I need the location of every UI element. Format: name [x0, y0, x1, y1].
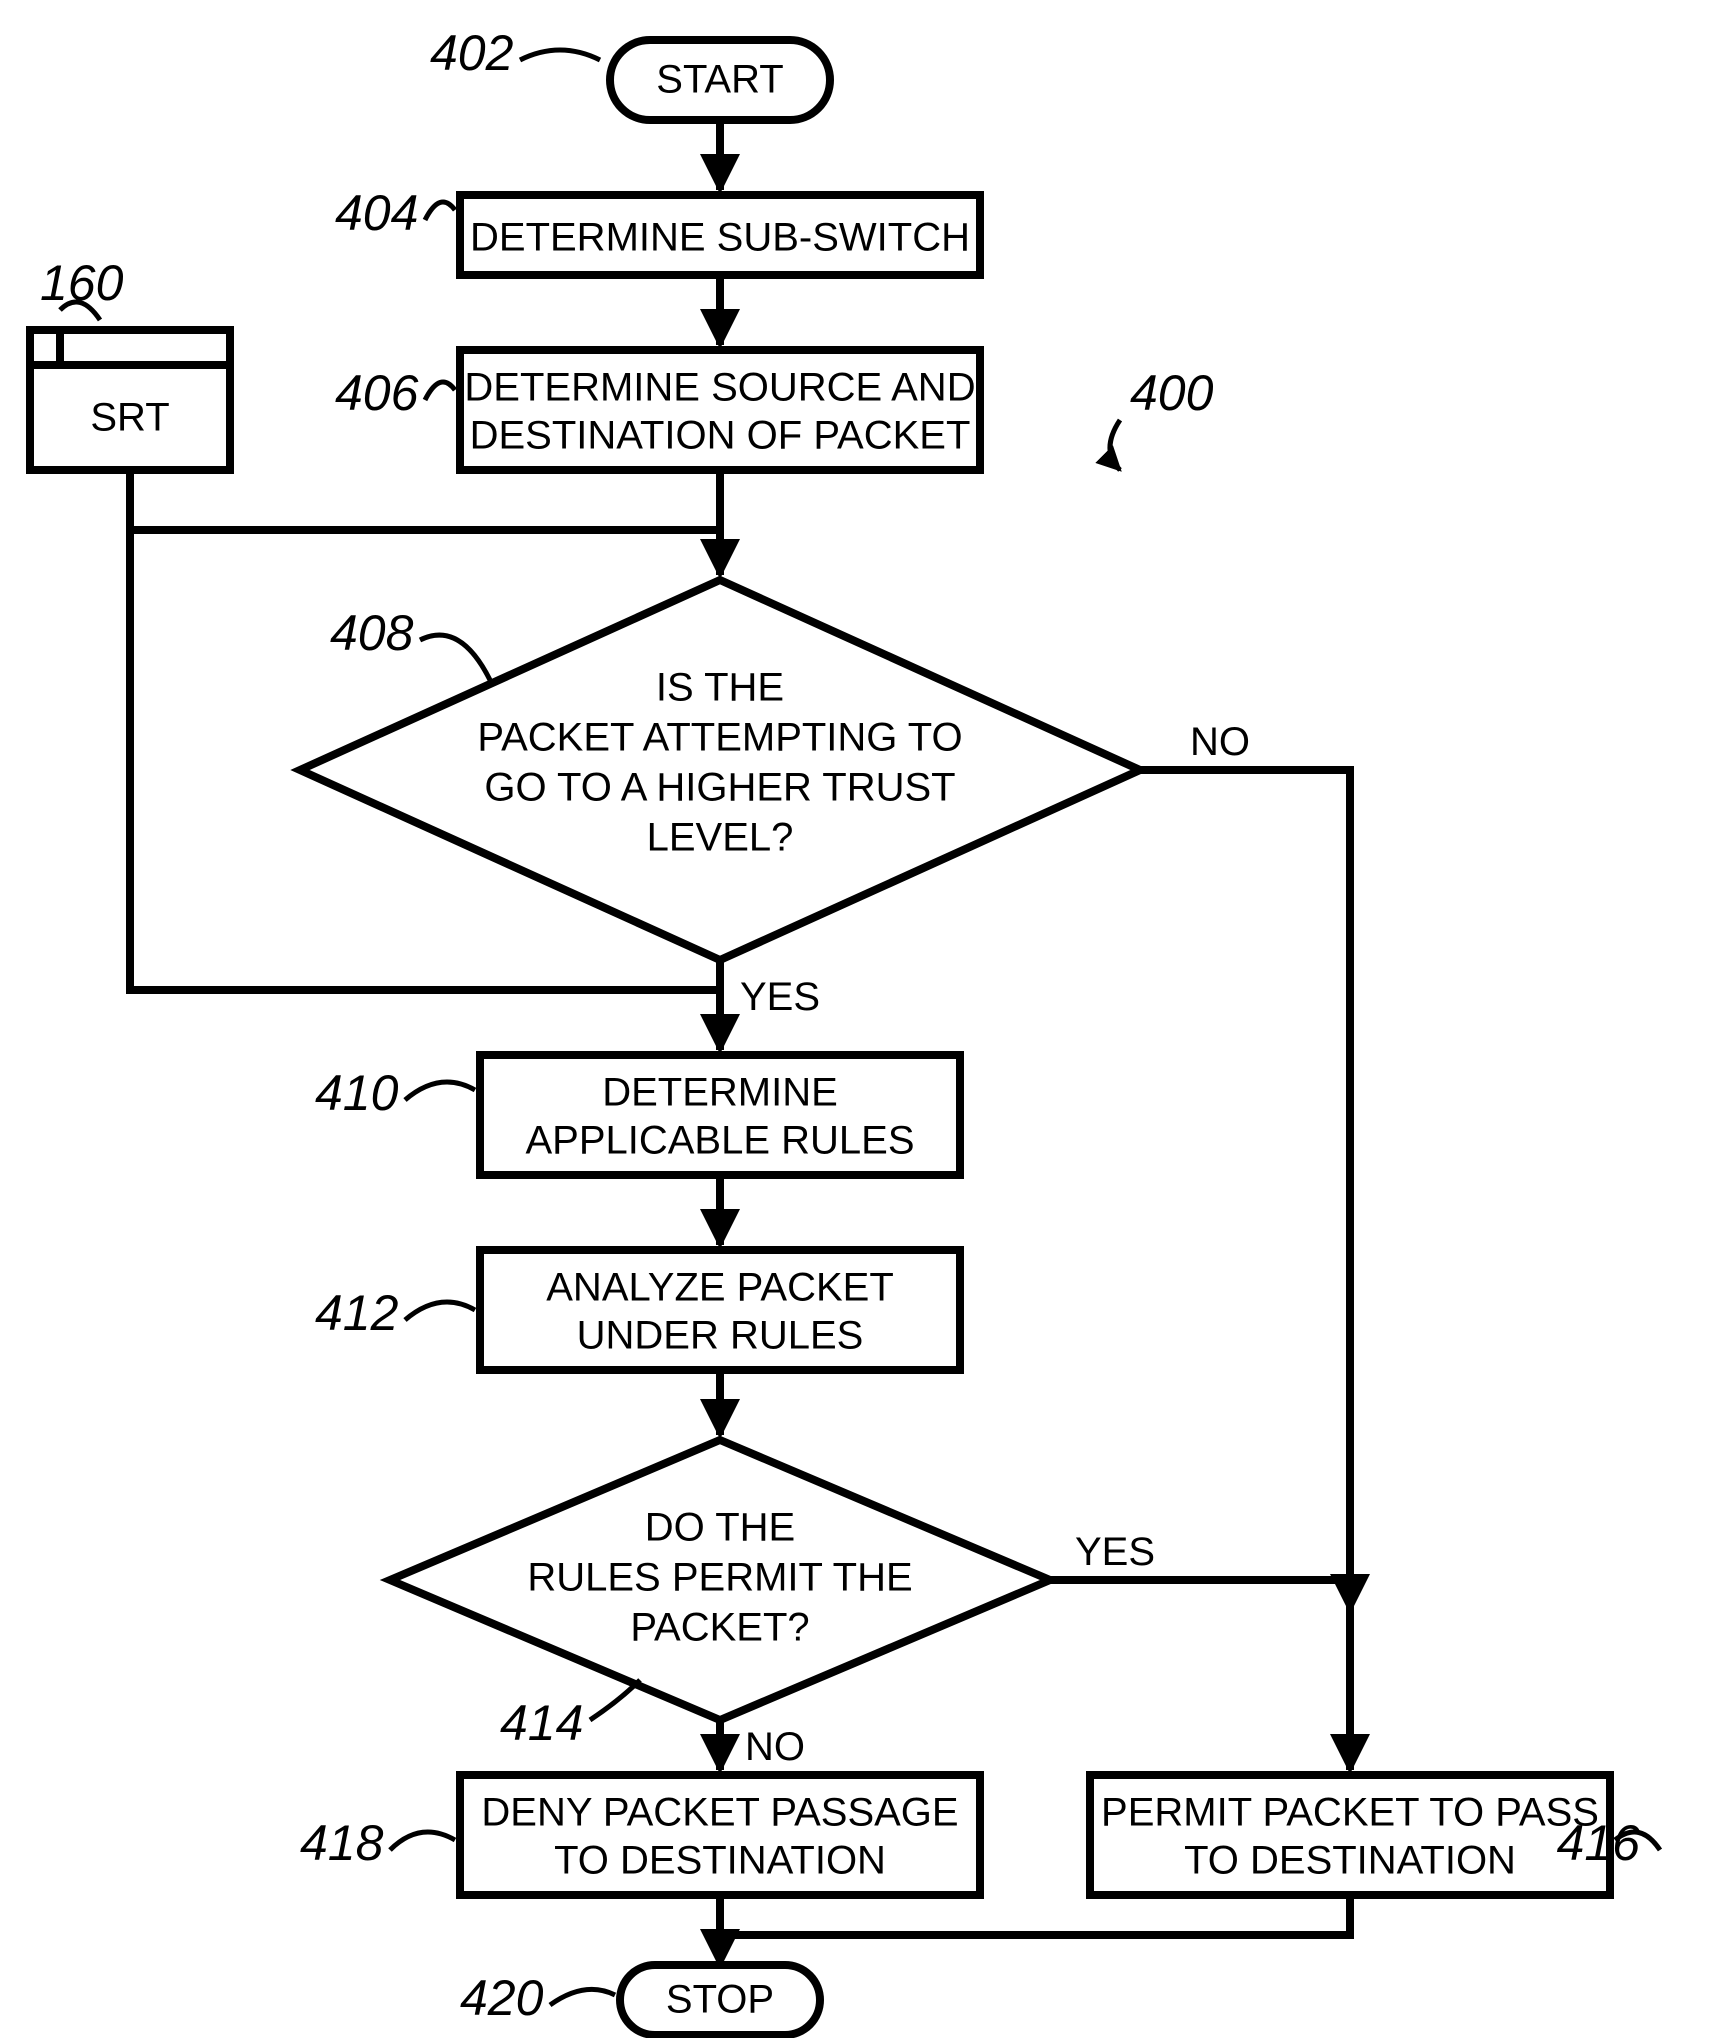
ref-418: 418	[300, 1815, 384, 1871]
ref-412: 412	[315, 1285, 399, 1341]
ref-420: 420	[460, 1970, 544, 2026]
ref-414: 414	[500, 1695, 583, 1751]
start-terminator: START	[610, 40, 830, 120]
node-408-l2: PACKET ATTEMPTING TO	[477, 716, 962, 760]
node-406-line1: DETERMINE SOURCE AND	[464, 366, 975, 410]
node-406-line2: DESTINATION OF PACKET	[470, 414, 971, 458]
node-406: DETERMINE SOURCE AND DESTINATION OF PACK…	[460, 350, 980, 470]
node-410: DETERMINE APPLICABLE RULES	[480, 1055, 960, 1175]
node-414: DO THE RULES PERMIT THE PACKET?	[390, 1440, 1050, 1720]
path-408-yes: YES	[740, 975, 820, 1019]
arrow-408-no	[1140, 770, 1350, 1610]
node-418-l2: TO DESTINATION	[554, 1839, 886, 1883]
node-416: PERMIT PACKET TO PASS TO DESTINATION	[1090, 1775, 1610, 1895]
node-404-text: DETERMINE SUB-SWITCH	[470, 216, 970, 260]
node-410-l1: DETERMINE	[602, 1071, 838, 1115]
node-416-l1: PERMIT PACKET TO PASS	[1101, 1791, 1599, 1835]
node-412: ANALYZE PACKET UNDER RULES	[480, 1250, 960, 1370]
ref-408: 408	[330, 605, 414, 661]
stop-label: STOP	[666, 1978, 774, 2022]
node-418-l1: DENY PACKET PASSAGE	[481, 1791, 958, 1835]
srt-label: SRT	[90, 396, 169, 440]
ref-402: 402	[430, 25, 514, 81]
node-412-l2: UNDER RULES	[577, 1314, 864, 1358]
start-label: START	[656, 58, 783, 102]
path-408-no: NO	[1190, 720, 1250, 764]
node-412-l1: ANALYZE PACKET	[546, 1266, 894, 1310]
arrow-416-merge	[720, 1895, 1350, 1935]
path-414-no: NO	[745, 1725, 805, 1769]
node-416-l2: TO DESTINATION	[1184, 1839, 1516, 1883]
node-408-l4: LEVEL?	[647, 816, 794, 860]
node-414-l3: PACKET?	[630, 1606, 809, 1650]
ref-410: 410	[315, 1065, 399, 1121]
node-408-l3: GO TO A HIGHER TRUST	[484, 766, 955, 810]
srt-to-408-upper	[130, 470, 720, 530]
node-414-l2: RULES PERMIT THE	[527, 1556, 912, 1600]
node-408-l1: IS THE	[656, 666, 784, 710]
node-410-l2: APPLICABLE RULES	[525, 1119, 914, 1163]
path-414-yes: YES	[1075, 1530, 1155, 1574]
ref-406: 406	[335, 365, 419, 421]
srt-box: SRT	[30, 330, 230, 470]
ref-404: 404	[335, 185, 418, 241]
ref-400: 400	[1130, 365, 1214, 421]
node-404: DETERMINE SUB-SWITCH	[460, 195, 980, 275]
stop-terminator: STOP	[620, 1965, 820, 2035]
flowchart: START 402 DETERMINE SUB-SWITCH 404 DETER…	[0, 0, 1726, 2038]
node-414-l1: DO THE	[645, 1506, 795, 1550]
ref-416: 416	[1557, 1815, 1641, 1871]
node-418: DENY PACKET PASSAGE TO DESTINATION	[460, 1775, 980, 1895]
